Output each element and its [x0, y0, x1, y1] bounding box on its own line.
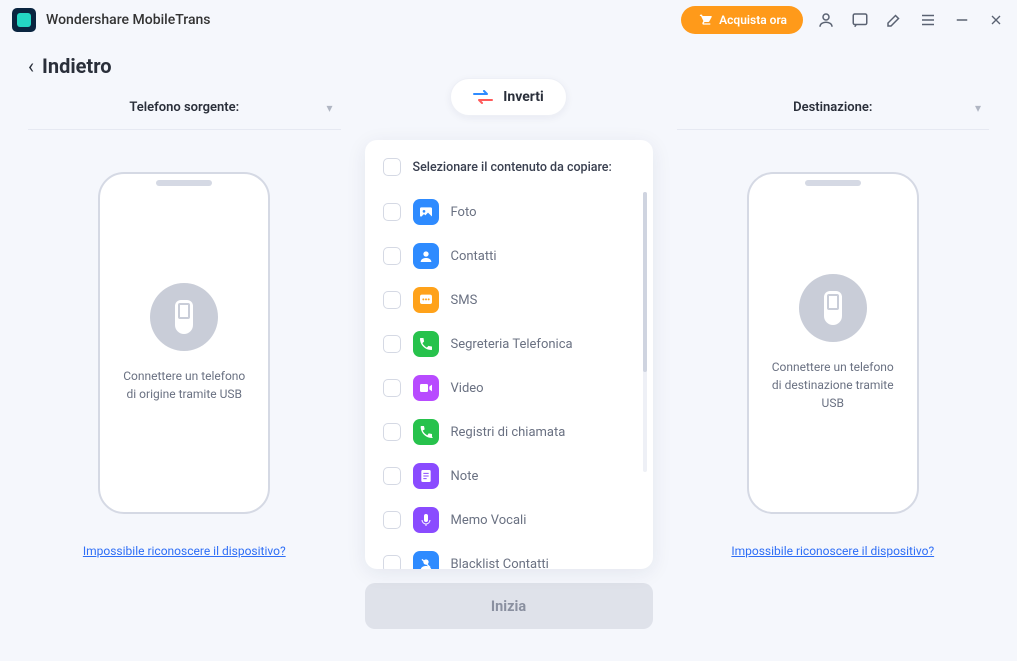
- voicememo-icon: [413, 507, 439, 533]
- content-item-label: Video: [451, 381, 484, 396]
- destination-phone-text: Connettere un telefono di destinazione t…: [769, 358, 897, 412]
- source-column: Telefono sorgente: ▾ Connettere un telef…: [28, 88, 341, 629]
- content-item-photo[interactable]: Foto: [383, 190, 635, 234]
- content-item-label: SMS: [451, 293, 478, 308]
- source-header-label: Telefono sorgente:: [129, 100, 239, 115]
- source-phone-frame: Connettere un telefono di origine tramit…: [98, 172, 270, 514]
- content-item-label: Segreteria Telefonica: [451, 337, 573, 352]
- invert-label: Inverti: [503, 89, 543, 105]
- sms-icon: [413, 287, 439, 313]
- buy-now-label: Acquista ora: [719, 13, 787, 27]
- content-item-label: Note: [451, 469, 479, 484]
- source-dropdown-chevron-icon[interactable]: ▾: [326, 101, 332, 115]
- source-help-link[interactable]: Impossibile riconoscere il dispositivo?: [83, 544, 286, 558]
- close-icon[interactable]: [987, 11, 1005, 29]
- destination-help-link[interactable]: Impossibile riconoscere il dispositivo?: [731, 544, 934, 558]
- destination-dropdown-chevron-icon[interactable]: ▾: [975, 101, 981, 115]
- start-button[interactable]: Inizia: [365, 583, 653, 629]
- phone-notch-icon: [805, 180, 861, 186]
- titlebar: Wondershare MobileTrans Acquista ora: [0, 0, 1017, 40]
- content-item-voicemail[interactable]: Segreteria Telefonica: [383, 322, 635, 366]
- content-item-blacklist[interactable]: Blacklist Contatti: [383, 542, 635, 569]
- notes-icon: [413, 463, 439, 489]
- content-checkbox[interactable]: [383, 467, 401, 485]
- contacts-icon: [413, 243, 439, 269]
- content-checkbox[interactable]: [383, 335, 401, 353]
- blacklist-icon: [413, 551, 439, 569]
- content-item-label: Registri di chiamata: [451, 425, 566, 440]
- content-item-label: Foto: [451, 205, 477, 220]
- minimize-icon[interactable]: [953, 11, 971, 29]
- swap-icon: [473, 90, 493, 104]
- content-checkbox[interactable]: [383, 291, 401, 309]
- content-checkbox[interactable]: [383, 247, 401, 265]
- invert-button[interactable]: Inverti: [450, 78, 566, 116]
- destination-phone-frame: Connettere un telefono di destinazione t…: [747, 172, 919, 514]
- content-item-calllog[interactable]: Registri di chiamata: [383, 410, 635, 454]
- content-panel: Selezionare il contenuto da copiare: Fot…: [365, 140, 653, 569]
- edit-icon[interactable]: [885, 11, 903, 29]
- photo-icon: [413, 199, 439, 225]
- content-list[interactable]: Foto Contatti SMS Segreteria Telefonica Vide…: [383, 190, 645, 569]
- destination-header: Destinazione: ▾: [677, 88, 990, 130]
- content-checkbox[interactable]: [383, 423, 401, 441]
- back-chevron-icon[interactable]: ‹: [28, 54, 34, 78]
- content-item-label: Memo Vocali: [451, 513, 527, 528]
- content-checkbox[interactable]: [383, 379, 401, 397]
- content-item-notes[interactable]: Note: [383, 454, 635, 498]
- content-checkbox[interactable]: [383, 203, 401, 221]
- menu-icon[interactable]: [919, 11, 937, 29]
- scrollbar-thumb[interactable]: [643, 192, 647, 372]
- select-all-checkbox[interactable]: [383, 158, 401, 176]
- source-phone-text: Connettere un telefono di origine tramit…: [123, 367, 245, 403]
- scrollbar-track[interactable]: [643, 192, 647, 472]
- destination-column: Destinazione: ▾ Connettere un telefono d…: [677, 88, 990, 629]
- source-header: Telefono sorgente: ▾: [28, 88, 341, 130]
- content-item-label: Blacklist Contatti: [451, 557, 549, 570]
- feedback-icon[interactable]: [851, 11, 869, 29]
- buy-now-button[interactable]: Acquista ora: [681, 6, 803, 34]
- content-item-voicememo[interactable]: Memo Vocali: [383, 498, 635, 542]
- center-column: Inverti Selezionare il contenuto da copi…: [365, 88, 653, 629]
- back-label[interactable]: Indietro: [42, 54, 112, 78]
- app-logo-icon: [12, 8, 36, 32]
- content-item-label: Contatti: [451, 249, 497, 264]
- content-item-sms[interactable]: SMS: [383, 278, 635, 322]
- usb-icon: [799, 274, 867, 342]
- content-checkbox[interactable]: [383, 511, 401, 529]
- app-title: Wondershare MobileTrans: [46, 12, 211, 28]
- account-icon[interactable]: [817, 11, 835, 29]
- panel-title: Selezionare il contenuto da copiare:: [413, 160, 612, 175]
- content-item-video[interactable]: Video: [383, 366, 635, 410]
- cart-icon: [697, 12, 713, 28]
- phone-notch-icon: [156, 180, 212, 186]
- calllog-icon: [413, 419, 439, 445]
- content-item-contacts[interactable]: Contatti: [383, 234, 635, 278]
- destination-header-label: Destinazione:: [793, 100, 872, 115]
- usb-icon: [150, 283, 218, 351]
- voicemail-icon: [413, 331, 439, 357]
- content-checkbox[interactable]: [383, 555, 401, 569]
- video-icon: [413, 375, 439, 401]
